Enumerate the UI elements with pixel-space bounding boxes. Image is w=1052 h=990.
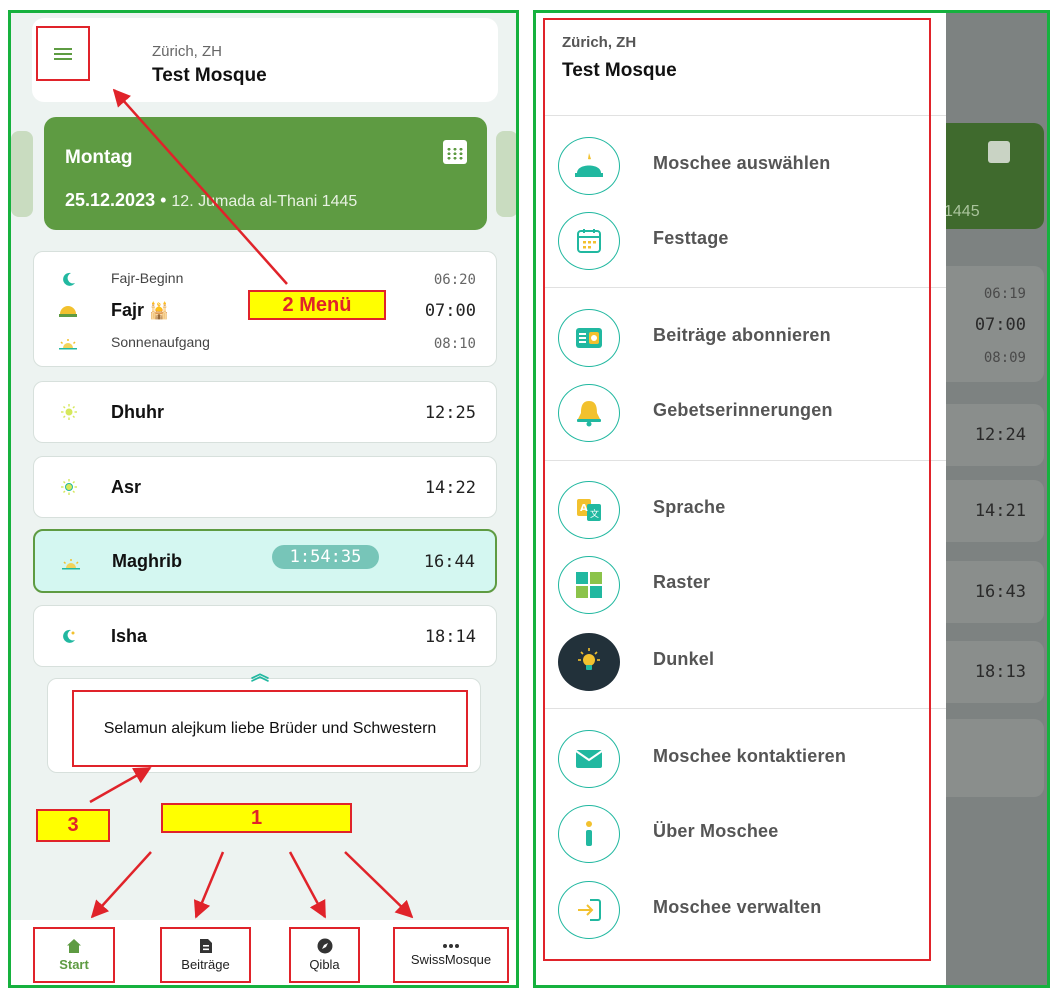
dimmed-time: 12:24 <box>974 425 1026 445</box>
sunrise-icon <box>59 339 77 350</box>
compass-icon <box>317 938 332 954</box>
fajr-time: 07:00 <box>424 301 476 321</box>
hamburger-icon <box>54 47 72 60</box>
drawer-screen: 1445 06:19 07:00 08:09 12:24 14:21 16:43… <box>533 10 1050 988</box>
document-icon <box>199 939 212 953</box>
nav-start[interactable]: Start <box>33 927 115 983</box>
welcome-message: Selamun alejkum liebe Brüder und Schwest… <box>72 690 468 767</box>
prayer-time: 14:22 <box>424 478 476 498</box>
sunset-icon <box>62 559 80 570</box>
nav-label: Qibla <box>309 957 340 972</box>
navigation-drawer: Zürich, ZH Test Mosque Moschee auswählen… <box>536 13 946 985</box>
home-icon <box>67 939 81 953</box>
prayer-time: 16:44 <box>423 552 475 572</box>
sun-icon <box>61 479 77 495</box>
sunrise-horizon-icon <box>59 306 77 317</box>
location-city: Zürich, ZH <box>152 43 223 60</box>
prayer-card-asr[interactable]: Asr 14:22 <box>33 456 497 518</box>
mosque-name: Test Mosque <box>152 65 267 86</box>
home-screen: Zürich, ZH Test Mosque Montag 25.12.2023… <box>8 10 519 988</box>
countdown-badge: 1:54:35 <box>272 545 379 569</box>
annotation-drawer-outline <box>543 18 931 961</box>
chevron-up-icon[interactable]: ︽ <box>251 665 269 683</box>
nav-label: Start <box>59 957 89 972</box>
bottom-nav: Start Beiträge Qibla SwissMosque <box>11 920 516 985</box>
sunrise-time: 08:10 <box>433 336 476 352</box>
dimmed-time: 08:09 <box>983 350 1026 366</box>
fajr-begin-label: Fajr-Beginn <box>111 270 184 286</box>
more-icon <box>443 944 459 948</box>
prayer-card-isha[interactable]: Isha 18:14 <box>33 605 497 667</box>
location-header: Zürich, ZH Test Mosque <box>32 18 498 102</box>
date-card[interactable]: Montag 25.12.2023 • 12. Jumada al-Thani … <box>44 117 487 230</box>
next-day-peek[interactable] <box>496 131 516 217</box>
prayer-name: Maghrib <box>112 551 182 571</box>
dimmed-time: 16:43 <box>974 582 1026 602</box>
weekday: Montag <box>65 147 133 168</box>
crescent-icon <box>63 272 75 286</box>
gregorian-date: 25.12.2023 <box>65 190 156 210</box>
prayer-card-maghrib[interactable]: Maghrib 1:54:35 16:44 <box>33 529 497 593</box>
fajr-begin-time: 06:20 <box>433 272 476 288</box>
annotation-message-callout: 3 <box>36 809 110 842</box>
date-line: 25.12.2023 • 12. Jumada al-Thani 1445 <box>65 190 357 211</box>
annotation-nav-callout: 1 <box>161 803 352 833</box>
nav-label: SwissMosque <box>410 952 492 967</box>
calendar-icon[interactable] <box>443 140 467 164</box>
nav-beitraege[interactable]: Beiträge <box>160 927 251 983</box>
mosque-congregation-icon: 🕌 <box>149 303 169 320</box>
prayer-time: 18:14 <box>424 627 476 647</box>
prev-day-peek[interactable] <box>11 131 33 217</box>
date-separator: • <box>155 190 172 210</box>
sunrise-label: Sonnenaufgang <box>111 334 210 350</box>
dimmed-time: 07:00 <box>974 315 1026 335</box>
dimmed-time: 06:19 <box>983 286 1026 302</box>
menu-button[interactable] <box>36 26 90 81</box>
prayer-name: Isha <box>111 626 148 646</box>
prayer-card-dhuhr[interactable]: Dhuhr 12:25 <box>33 381 497 443</box>
dimmed-time: 14:21 <box>974 501 1026 521</box>
fajr-name: Fajr 🕌 <box>111 300 169 320</box>
nav-label: Beiträge <box>181 957 230 972</box>
annotation-menu-callout: 2 Menü <box>248 290 386 320</box>
hijri-date: 12. Jumada al-Thani 1445 <box>171 193 358 210</box>
nav-qibla[interactable]: Qibla <box>289 927 360 983</box>
nav-swissmosque[interactable]: SwissMosque <box>393 927 509 983</box>
dimmed-hijri-fragment: 1445 <box>944 203 980 220</box>
moon-icon <box>63 629 75 643</box>
dimmed-calendar-icon <box>988 141 1010 163</box>
sun-icon <box>61 404 77 420</box>
prayer-name: Asr <box>111 477 142 497</box>
dimmed-time: 18:13 <box>974 662 1026 682</box>
prayer-time: 12:25 <box>424 403 476 423</box>
prayer-name: Dhuhr <box>111 402 164 422</box>
